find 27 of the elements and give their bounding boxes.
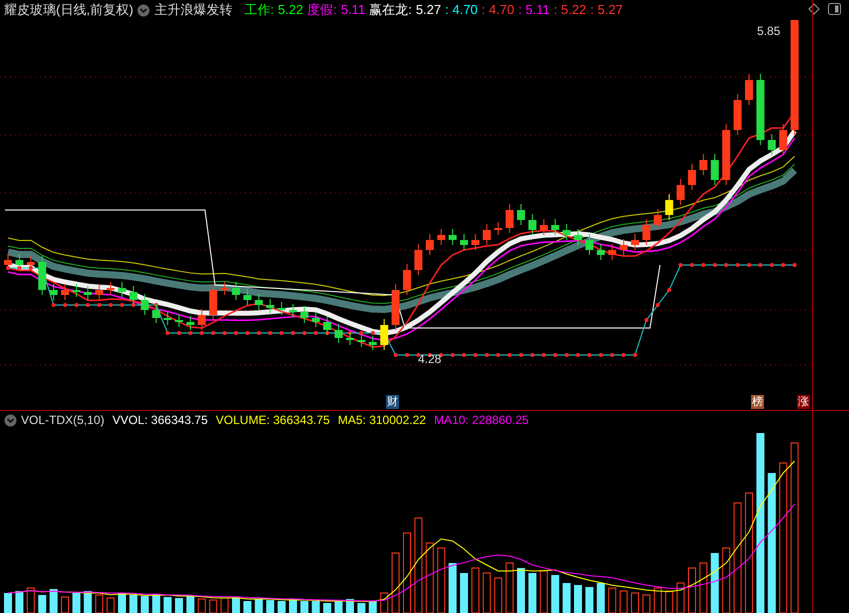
- indicator-value: : 4.70: [482, 1, 514, 20]
- indicator-value: 5.27: [416, 1, 442, 20]
- indicator-value: : 5.22: [554, 1, 586, 20]
- indicator-value: 赢在龙:: [369, 1, 412, 20]
- event-marker[interactable]: 财: [386, 395, 399, 409]
- event-marker[interactable]: 涨: [797, 395, 810, 409]
- indicator-value: 工作:: [244, 1, 274, 20]
- indicator-name: 主升浪爆发转: [154, 1, 232, 20]
- indicator-value: : 5.27: [590, 1, 623, 20]
- indicator-value: 5.11: [340, 1, 366, 20]
- low-price-label: 4.28: [418, 351, 442, 368]
- volume-value: VOLUME: 366343.75: [216, 412, 330, 429]
- volume-value: MA10: 228860.25: [434, 412, 529, 429]
- indicator-value: : 4.70: [445, 1, 478, 20]
- volume-value: VVOL: 366343.75: [112, 412, 208, 429]
- volume-indicator-name: VOL-TDX(5,10): [21, 412, 104, 429]
- indicator-value: 度假:: [307, 1, 337, 20]
- volume-value: MA5: 310002.22: [338, 412, 426, 429]
- diamond-icon[interactable]: [808, 3, 820, 15]
- indicator-value: : 5.11: [518, 1, 550, 20]
- dropdown-icon[interactable]: [4, 414, 17, 426]
- stock-title: 耀皮玻璃(日线,前复权): [4, 1, 134, 20]
- panel-toggle-icon[interactable]: [828, 3, 841, 15]
- indicator-value: 5.22: [278, 1, 304, 20]
- event-marker[interactable]: 榜: [751, 395, 764, 409]
- dropdown-icon[interactable]: [137, 4, 150, 16]
- high-price-label: 5.85: [757, 23, 780, 40]
